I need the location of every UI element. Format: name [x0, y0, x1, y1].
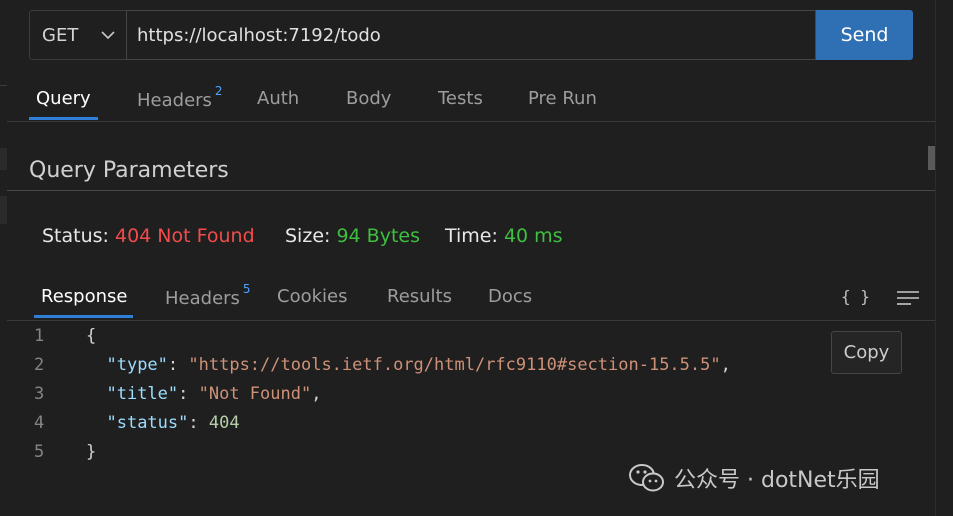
- code-line: "type": "https://tools.ietf.org/html/rfc…: [86, 355, 731, 375]
- wechat-icon: [629, 464, 664, 492]
- tab-label: Headers: [137, 90, 212, 111]
- tab-label: Tests: [438, 88, 483, 109]
- json-key: "status": [106, 413, 189, 433]
- code-line: {: [86, 326, 96, 346]
- url-value: https://localhost:7192/todo: [137, 24, 381, 46]
- line-number: 4: [34, 413, 45, 433]
- json-comma: ,: [720, 355, 731, 375]
- tab-docs[interactable]: Docs: [488, 286, 532, 307]
- panel-separator: [935, 0, 936, 516]
- status-label: Status:: [42, 225, 109, 247]
- code-line: "status": 404: [86, 413, 240, 433]
- tab-pre-run[interactable]: Pre Run: [528, 88, 597, 109]
- watermark-text: 公众号 · dotNet乐园: [674, 468, 880, 493]
- json-string: "https://tools.ietf.org/html/rfc9110#sec…: [188, 355, 721, 375]
- menu-icon[interactable]: [897, 291, 919, 305]
- tab-query[interactable]: Query: [36, 88, 91, 109]
- size-value: 94 Bytes: [336, 225, 420, 247]
- json-colon: :: [167, 355, 189, 375]
- time-value: 40 ms: [503, 225, 563, 247]
- response-status: Status: 404 Not Found: [42, 225, 255, 247]
- tab-label: Auth: [257, 88, 300, 109]
- line-number: 2: [34, 355, 45, 375]
- query-parameters-title: Query Parameters: [29, 158, 229, 183]
- headers-count-badge: 2: [214, 84, 223, 98]
- tab-label: Response: [41, 286, 128, 307]
- copy-button[interactable]: Copy: [831, 331, 902, 374]
- send-button[interactable]: Send: [816, 10, 913, 60]
- line-number: 5: [34, 442, 45, 462]
- code-line: }: [86, 442, 96, 462]
- thunder-client-panel: GET https://localhost:7192/todo Send Que…: [0, 0, 953, 516]
- active-tab-indicator: [34, 315, 133, 318]
- json-string: "Not Found": [198, 384, 312, 404]
- json-key: "type": [106, 355, 168, 375]
- response-time: Time: 40 ms: [445, 225, 563, 247]
- tab-results[interactable]: Results: [387, 286, 452, 307]
- response-size: Size: 94 Bytes: [285, 225, 420, 247]
- url-input[interactable]: https://localhost:7192/todo: [126, 10, 816, 60]
- tab-label: Body: [346, 88, 392, 109]
- tab-response-headers[interactable]: Headers 5: [165, 282, 251, 309]
- line-number: 3: [34, 384, 45, 404]
- tab-label: Query: [36, 88, 91, 109]
- active-tab-indicator: [29, 117, 98, 120]
- json-brace: {: [86, 326, 97, 346]
- tab-tests[interactable]: Tests: [438, 88, 483, 109]
- watermark: 公众号 · dotNet乐园: [628, 462, 880, 494]
- tab-response[interactable]: Response: [41, 286, 127, 307]
- headers-count-badge: 5: [242, 282, 251, 296]
- chevron-down-icon: [101, 31, 115, 40]
- json-brace: }: [86, 442, 97, 462]
- tab-label: Headers: [165, 288, 240, 309]
- json-colon: :: [188, 413, 209, 433]
- code-line: "title": "Not Found",: [86, 384, 321, 404]
- tab-label: Results: [387, 286, 452, 307]
- request-tabs-divider: [7, 121, 935, 122]
- method-value: GET: [42, 24, 79, 46]
- json-key: "title": [106, 384, 179, 404]
- gutter-divider: [0, 85, 7, 86]
- json-number: 404: [208, 413, 240, 433]
- gutter-block: [0, 148, 7, 170]
- method-select[interactable]: GET: [29, 10, 126, 60]
- tab-label: Pre Run: [528, 88, 597, 109]
- status-value: 404 Not Found: [115, 225, 255, 247]
- tab-body[interactable]: Body: [346, 88, 391, 109]
- size-label: Size:: [285, 225, 331, 247]
- section-divider: [7, 190, 935, 191]
- tab-auth[interactable]: Auth: [257, 88, 299, 109]
- scrollbar-thumb[interactable]: [928, 146, 935, 170]
- gutter-block: [0, 196, 7, 224]
- line-number: 1: [34, 326, 45, 346]
- response-tabs-divider: [7, 320, 935, 321]
- json-comma: ,: [311, 384, 322, 404]
- json-colon: :: [178, 384, 199, 404]
- tab-cookies[interactable]: Cookies: [277, 286, 347, 307]
- tab-headers[interactable]: Headers 2: [137, 84, 223, 111]
- format-json-icon[interactable]: { }: [841, 287, 870, 306]
- time-label: Time:: [445, 225, 498, 247]
- tab-label: Docs: [488, 286, 533, 307]
- tab-label: Cookies: [277, 286, 348, 307]
